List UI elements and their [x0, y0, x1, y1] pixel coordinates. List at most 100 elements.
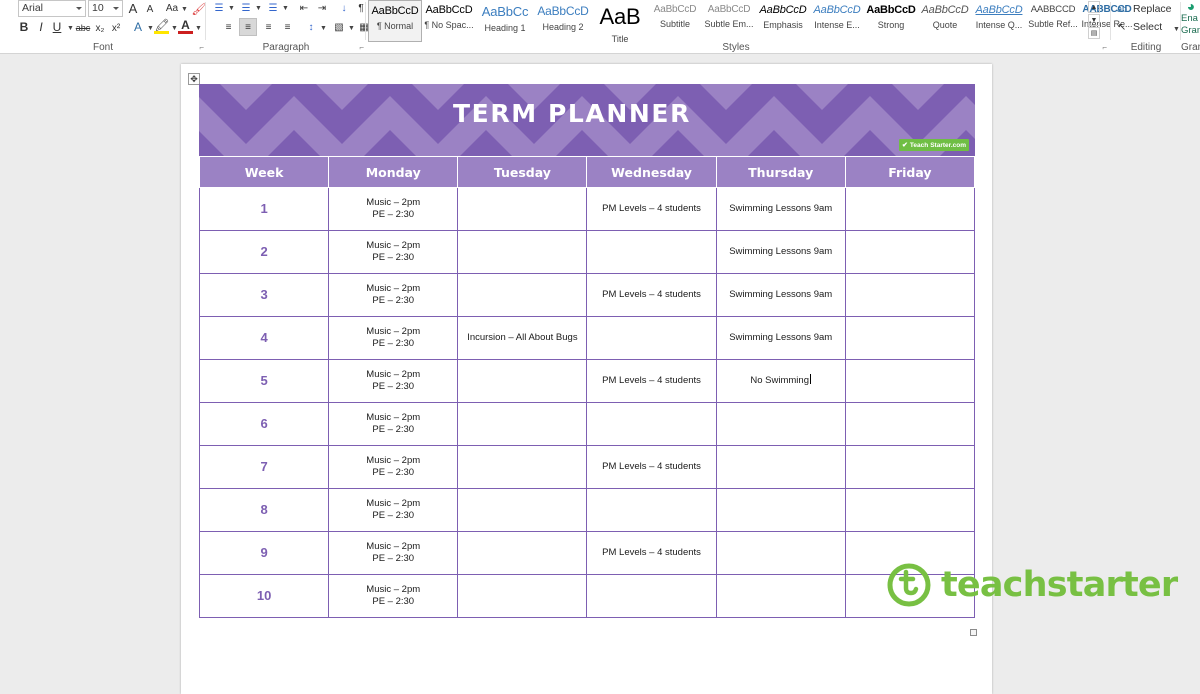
cell-tuesday[interactable]	[457, 531, 588, 575]
cell-tuesday[interactable]	[457, 230, 588, 274]
week-number-cell[interactable]: 8	[198, 488, 330, 532]
table-row[interactable]: 8 Music – 2pm PE – 2:30	[198, 488, 976, 532]
week-number-cell[interactable]: 7	[198, 445, 330, 489]
table-row[interactable]: 5 Music – 2pm PE – 2:30 PM Levels – 4 stude…	[198, 359, 976, 403]
replace-icon[interactable]: ab	[1114, 2, 1130, 16]
document-canvas[interactable]: ✥ TERM PLANNER ✔ Teach Starter.com Week …	[0, 54, 1200, 694]
style-item-12[interactable]: AABBCCD Subtle Ref...	[1026, 0, 1080, 42]
chevron-down-icon[interactable]: ▼	[67, 25, 74, 32]
cell-monday[interactable]: Music – 2pm PE – 2:30	[328, 531, 459, 575]
cell-thursday[interactable]: Swimming Lessons 9am	[715, 230, 846, 274]
chevron-down-icon[interactable]: ▼	[282, 5, 289, 12]
cell-friday[interactable]	[844, 316, 976, 360]
highlight-icon[interactable]: 🖍	[154, 18, 170, 32]
cell-friday[interactable]	[844, 187, 976, 231]
styles-more-icon[interactable]: ▤	[1088, 27, 1100, 39]
chevron-down-icon[interactable]: ▼	[320, 25, 327, 32]
cell-friday[interactable]	[844, 402, 976, 446]
cell-tuesday[interactable]	[457, 187, 588, 231]
style-item-8[interactable]: AaBbCcD Intense E...	[810, 0, 864, 42]
cell-monday[interactable]: Music – 2pm PE – 2:30	[328, 402, 459, 446]
bold-button[interactable]: B	[16, 19, 32, 35]
text-effects-button[interactable]: A	[130, 19, 146, 35]
line-spacing-icon[interactable]: ↕	[303, 19, 319, 35]
numbering-icon[interactable]: ☰	[238, 0, 254, 16]
cell-friday[interactable]	[844, 273, 976, 317]
style-item-2[interactable]: AaBbCc Heading 1	[476, 0, 534, 42]
style-item-6[interactable]: AaBbCcD Subtle Em...	[702, 0, 756, 42]
style-item-5[interactable]: AaBbCcD Subtitle	[648, 0, 702, 42]
chevron-down-icon[interactable]: ▼	[1173, 26, 1180, 33]
grammar-icon[interactable]: ◕	[1183, 0, 1199, 14]
underline-button[interactable]: U	[49, 19, 65, 35]
cell-wednesday[interactable]	[586, 488, 717, 532]
chevron-down-icon[interactable]: ▼	[147, 25, 154, 32]
paragraph-dialog-launcher[interactable]: ⌐	[359, 43, 364, 52]
superscript-button[interactable]: x²	[108, 20, 124, 36]
week-number-cell[interactable]: 6	[198, 402, 330, 446]
chevron-down-icon[interactable]: ▼	[195, 25, 202, 32]
cell-wednesday[interactable]	[586, 230, 717, 274]
style-item-10[interactable]: AaBbCcD Quote	[918, 0, 972, 42]
table-row[interactable]: 1 Music – 2pm PE – 2:30 PM Levels – 4 stude…	[198, 187, 976, 231]
cell-friday[interactable]	[844, 574, 976, 618]
cell-friday[interactable]	[844, 531, 976, 575]
bullets-icon[interactable]: ☰	[211, 0, 227, 16]
style-item-4[interactable]: AaB Title	[592, 0, 648, 42]
table-resize-handle[interactable]	[970, 629, 977, 636]
cell-wednesday[interactable]	[586, 402, 717, 446]
shrink-font-button[interactable]: A	[142, 1, 158, 18]
select-cursor-icon[interactable]: ↖	[1114, 20, 1130, 34]
cell-thursday[interactable]: Swimming Lessons 9am	[715, 316, 846, 360]
chevron-down-icon[interactable]: ▼	[348, 25, 355, 32]
cell-wednesday[interactable]	[586, 316, 717, 360]
cell-wednesday[interactable]	[586, 574, 717, 618]
week-number-cell[interactable]: 2	[198, 230, 330, 274]
chevron-down-icon[interactable]: ▼	[255, 5, 262, 12]
styles-dialog-launcher[interactable]: ⌐	[1102, 43, 1107, 52]
cell-thursday[interactable]: No Swimming	[715, 359, 846, 403]
table-row[interactable]: 10 Music – 2pm PE – 2:30	[198, 574, 976, 618]
sort-icon[interactable]: ↓	[336, 0, 352, 16]
increase-indent-icon[interactable]: ⇥	[314, 0, 330, 16]
subscript-button[interactable]: x₂	[92, 20, 108, 36]
cell-thursday[interactable]: Swimming Lessons 9am	[715, 187, 846, 231]
style-item-1[interactable]: AaBbCcD ¶ No Spac...	[422, 0, 476, 42]
table-row[interactable]: 7 Music – 2pm PE – 2:30 PM Levels – 4 stude…	[198, 445, 976, 489]
font-color-button[interactable]: A	[178, 18, 193, 32]
cell-wednesday[interactable]: PM Levels – 4 students	[586, 273, 717, 317]
cell-monday[interactable]: Music – 2pm PE – 2:30	[328, 488, 459, 532]
cell-thursday[interactable]	[715, 574, 846, 618]
cell-thursday[interactable]	[715, 531, 846, 575]
table-row[interactable]: 9 Music – 2pm PE – 2:30 PM Levels – 4 stude…	[198, 531, 976, 575]
style-item-3[interactable]: AaBbCcD Heading 2	[534, 0, 592, 42]
cell-tuesday[interactable]	[457, 574, 588, 618]
cell-wednesday[interactable]: PM Levels – 4 students	[586, 187, 717, 231]
cell-monday[interactable]: Music – 2pm PE – 2:30	[328, 316, 459, 360]
table-row[interactable]: 2 Music – 2pm PE – 2:30 Swimming Lessons 9a…	[198, 230, 976, 274]
cell-friday[interactable]	[844, 359, 976, 403]
cell-wednesday[interactable]: PM Levels – 4 students	[586, 531, 717, 575]
styles-scroll-up-icon[interactable]: ▲	[1088, 1, 1100, 13]
font-name-box[interactable]: Arial	[18, 0, 86, 17]
week-number-cell[interactable]: 10	[198, 574, 330, 618]
cell-friday[interactable]	[844, 488, 976, 532]
grammar-button-line2[interactable]: Gram	[1181, 25, 1200, 36]
chevron-down-icon[interactable]: ▼	[228, 5, 235, 12]
chevron-down-icon[interactable]: ▼	[171, 25, 178, 32]
cell-tuesday[interactable]	[457, 273, 588, 317]
justify-icon[interactable]: ≡	[279, 19, 296, 35]
cell-monday[interactable]: Music – 2pm PE – 2:30	[328, 574, 459, 618]
cell-friday[interactable]	[844, 230, 976, 274]
cell-monday[interactable]: Music – 2pm PE – 2:30	[328, 359, 459, 403]
week-number-cell[interactable]: 1	[198, 187, 330, 231]
cell-monday[interactable]: Music – 2pm PE – 2:30	[328, 273, 459, 317]
cell-thursday[interactable]	[715, 402, 846, 446]
align-center-icon[interactable]: ≡	[239, 18, 257, 36]
shading-icon[interactable]: ▧	[331, 19, 347, 35]
font-size-box[interactable]: 10	[88, 0, 123, 17]
cell-wednesday[interactable]: PM Levels – 4 students	[586, 359, 717, 403]
cell-tuesday[interactable]	[457, 488, 588, 532]
table-row[interactable]: 3 Music – 2pm PE – 2:30 PM Levels – 4 stude…	[198, 273, 976, 317]
cell-monday[interactable]: Music – 2pm PE – 2:30	[328, 230, 459, 274]
